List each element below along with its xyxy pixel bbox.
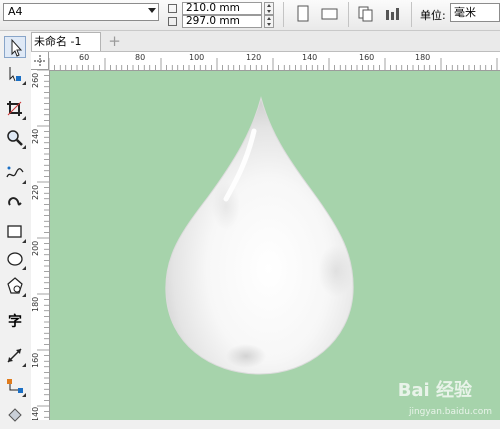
current-page-icon bbox=[386, 8, 399, 20]
ruler-label: 260 bbox=[31, 72, 40, 88]
vertical-ruler[interactable]: 260 240 220 200 180 160 140 bbox=[31, 70, 50, 420]
crop-tool[interactable] bbox=[4, 98, 26, 120]
flyout-icon bbox=[22, 81, 26, 85]
ruler-label: 60 bbox=[79, 53, 90, 62]
all-pages-icon bbox=[358, 6, 373, 22]
pick-tool[interactable] bbox=[4, 36, 26, 58]
height-icon bbox=[168, 17, 177, 26]
ruler-label: 140 bbox=[302, 53, 318, 62]
dimension-tool[interactable] bbox=[4, 345, 26, 367]
watermark-url: jingyan.baidu.com bbox=[408, 407, 492, 417]
height-row: 297.0 mm bbox=[168, 15, 274, 28]
horizontal-ruler-ticks bbox=[49, 58, 498, 70]
flyout-icon bbox=[22, 363, 26, 367]
divider bbox=[348, 2, 349, 27]
watermark-logo: Bai 经验 bbox=[397, 380, 472, 401]
text-tool[interactable]: 字 bbox=[4, 311, 26, 333]
ruler-label: 80 bbox=[135, 53, 146, 62]
document-tab[interactable]: 未命名 -1 bbox=[31, 32, 101, 51]
ruler-origin-icon bbox=[34, 55, 46, 67]
ruler-label: 160 bbox=[31, 352, 40, 368]
fill-icon bbox=[8, 408, 22, 422]
portrait-button[interactable] bbox=[293, 4, 313, 24]
ruler-label: 180 bbox=[31, 296, 40, 312]
portrait-icon bbox=[297, 5, 309, 22]
ruler-label: 100 bbox=[189, 53, 205, 62]
width-row: 210.0 mm bbox=[168, 2, 274, 15]
unit-label: 单位: bbox=[420, 9, 446, 22]
connector-tool[interactable] bbox=[4, 375, 26, 397]
height-field[interactable]: 297.0 mm bbox=[182, 15, 262, 28]
width-spinner[interactable] bbox=[264, 2, 274, 15]
flyout-icon bbox=[22, 116, 26, 120]
add-tab-button[interactable]: + bbox=[107, 34, 122, 49]
divider bbox=[283, 2, 284, 27]
width-field[interactable]: 210.0 mm bbox=[182, 2, 262, 15]
all-pages-button[interactable] bbox=[356, 4, 376, 24]
flyout-icon bbox=[22, 393, 26, 397]
flyout-icon bbox=[22, 293, 26, 297]
property-bar: A4 210.0 mm 297.0 mm 单位: 毫米 bbox=[0, 0, 500, 31]
horizontal-ruler[interactable]: 60 80 100 120 140 160 180 bbox=[49, 52, 500, 71]
text-icon: 字 bbox=[8, 314, 22, 330]
ruler-label: 140 bbox=[31, 406, 40, 420]
chevron-down-icon bbox=[148, 8, 156, 13]
arrow-cursor-icon bbox=[11, 38, 23, 57]
ellipse-tool[interactable] bbox=[4, 248, 26, 270]
landscape-button[interactable] bbox=[320, 4, 340, 24]
flyout-icon bbox=[22, 266, 26, 270]
height-spinner[interactable] bbox=[264, 15, 274, 28]
current-page-button[interactable] bbox=[383, 4, 403, 24]
flyout-icon bbox=[22, 239, 26, 243]
width-icon bbox=[168, 4, 177, 13]
ruler-label: 220 bbox=[31, 184, 40, 200]
polygon-tool[interactable] bbox=[4, 275, 26, 297]
paper-size-value: A4 bbox=[8, 5, 23, 18]
smart-draw-icon bbox=[8, 197, 22, 206]
shape-tool[interactable] bbox=[4, 63, 26, 85]
drawing-canvas[interactable]: Bai 经验 jingyan.baidu.com bbox=[50, 71, 500, 420]
divider bbox=[411, 2, 412, 27]
flyout-icon bbox=[22, 180, 26, 184]
ruler-label: 240 bbox=[31, 128, 40, 144]
ruler-label: 180 bbox=[415, 53, 431, 62]
rectangle-tool[interactable] bbox=[4, 221, 26, 243]
toolbox: 字 bbox=[0, 31, 32, 422]
flyout-icon bbox=[22, 145, 26, 149]
ruler-origin[interactable] bbox=[31, 52, 49, 70]
landscape-icon bbox=[321, 8, 338, 20]
unit-select[interactable]: 毫米 bbox=[450, 3, 500, 22]
water-drop-illustration[interactable] bbox=[50, 71, 500, 420]
fill-tool[interactable] bbox=[4, 403, 26, 425]
ruler-label: 160 bbox=[359, 53, 375, 62]
ruler-label: 120 bbox=[246, 53, 262, 62]
paper-size-select[interactable]: A4 bbox=[3, 3, 159, 21]
document-tab-bar: 未命名 -1 + bbox=[31, 31, 500, 52]
freehand-tool[interactable] bbox=[4, 162, 26, 184]
ruler-label: 200 bbox=[31, 240, 40, 256]
smart-drawing-tool[interactable] bbox=[4, 191, 26, 213]
zoom-tool[interactable] bbox=[4, 127, 26, 149]
